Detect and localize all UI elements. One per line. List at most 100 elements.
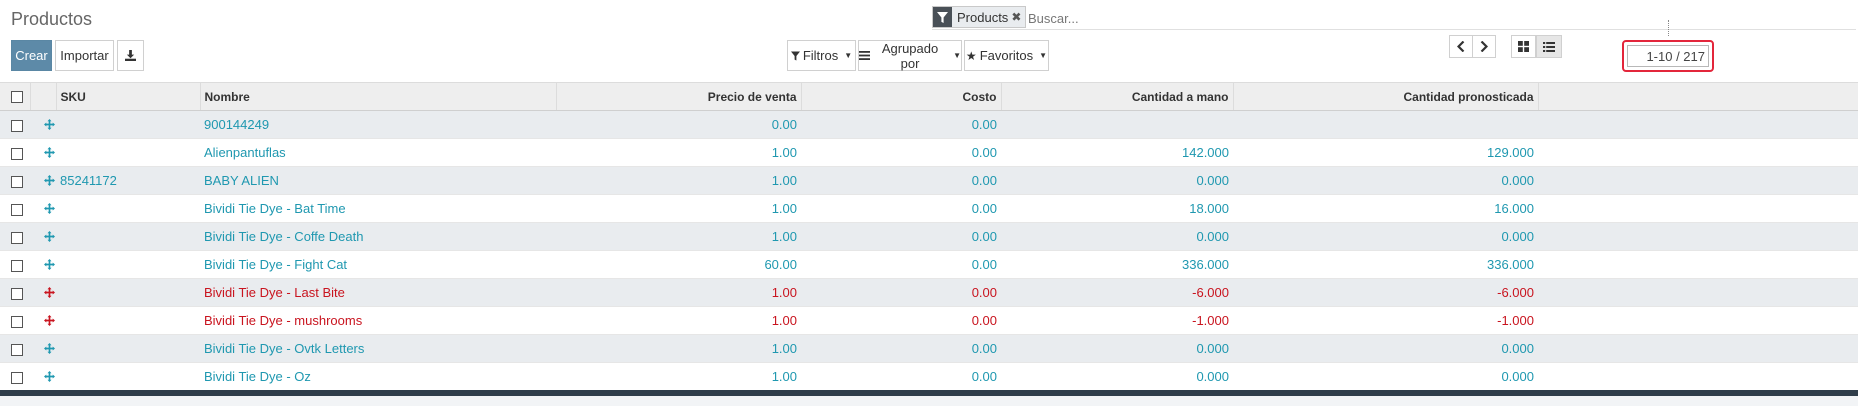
cell-cost: 0.00 — [801, 194, 1001, 223]
table-row[interactable]: Bividi Tie Dye - Oz 1.00 0.00 0.000 0.000 — [0, 362, 1858, 391]
row-handle-cell — [30, 194, 56, 223]
cell-name[interactable]: Bividi Tie Dye - Last Bite — [200, 278, 556, 307]
table-row[interactable]: Bividi Tie Dye - Last Bite 1.00 0.00 -6.000… — [0, 278, 1858, 307]
cell-sku — [56, 306, 200, 335]
cell-cost: 0.00 — [801, 278, 1001, 307]
column-header-name[interactable]: Nombre — [200, 82, 557, 111]
search-input[interactable] — [1028, 8, 1628, 28]
filters-button[interactable]: Filtros ▼ — [787, 40, 856, 71]
drag-handle-icon[interactable] — [44, 174, 55, 189]
table-row[interactable]: Bividi Tie Dye - mushrooms 1.00 0.00 -1.000… — [0, 306, 1858, 335]
group-by-button[interactable]: Agrupado por ▼ — [858, 40, 962, 71]
cell-sku — [56, 362, 200, 391]
drag-handle-icon[interactable] — [44, 230, 55, 245]
cell-sku — [56, 278, 200, 307]
select-all-cell — [0, 82, 31, 111]
cell-cost: 0.00 — [801, 138, 1001, 167]
drag-handle-icon[interactable] — [44, 314, 55, 329]
row-handle-cell — [30, 166, 56, 195]
drag-handle-icon[interactable] — [44, 118, 55, 133]
download-icon — [125, 50, 136, 61]
cell-qty-on-hand: -1.000 — [1001, 306, 1233, 335]
row-select-cell — [0, 250, 30, 279]
column-header-qty-on-hand[interactable]: Cantidad a mano — [1001, 82, 1234, 111]
column-header-sku[interactable]: SKU — [56, 82, 201, 111]
row-handle-cell — [30, 222, 56, 251]
row-select-cell — [0, 306, 30, 335]
row-checkbox[interactable] — [11, 287, 23, 300]
row-select-cell — [0, 222, 30, 251]
cell-filler — [1538, 250, 1858, 279]
row-checkbox[interactable] — [11, 343, 23, 356]
list-view-button[interactable] — [1536, 35, 1562, 58]
cell-sale-price: 1.00 — [556, 362, 801, 391]
facet-remove-icon[interactable]: ✖ — [1011, 7, 1025, 27]
cell-filler — [1538, 110, 1858, 139]
cell-name[interactable]: 900144249 — [200, 110, 556, 139]
page-title: Productos — [11, 9, 93, 29]
kanban-view-button[interactable] — [1511, 35, 1536, 58]
table-row[interactable]: Alienpantuflas 1.00 0.00 142.000 129.000 — [0, 138, 1858, 167]
cell-name[interactable]: Bividi Tie Dye - mushrooms — [200, 306, 556, 335]
row-checkbox[interactable] — [11, 231, 23, 244]
row-checkbox[interactable] — [11, 315, 23, 328]
filler-header — [1538, 82, 1858, 111]
drag-handle-icon[interactable] — [44, 146, 55, 161]
download-button[interactable] — [117, 40, 144, 71]
cell-sale-price: 1.00 — [556, 194, 801, 223]
table-row[interactable]: Bividi Tie Dye - Fight Cat 60.00 0.00 336.0… — [0, 250, 1858, 279]
handle-header — [30, 82, 57, 111]
pager-value[interactable]: 1-10 / 217 — [1627, 45, 1709, 67]
row-checkbox[interactable] — [11, 119, 23, 132]
row-handle-cell — [30, 138, 56, 167]
list-view-icon — [1543, 41, 1555, 52]
select-all-checkbox[interactable] — [11, 91, 23, 104]
row-checkbox[interactable] — [11, 259, 23, 272]
row-handle-cell — [30, 278, 56, 307]
table-row[interactable]: 900144249 0.00 0.00 — [0, 110, 1858, 139]
row-checkbox[interactable] — [11, 371, 23, 384]
pager-previous-button[interactable] — [1449, 35, 1473, 58]
table-row[interactable]: 85241172 BABY ALIEN 1.00 0.00 0.000 0.000 — [0, 166, 1858, 195]
caret-down-icon: ▼ — [844, 51, 853, 60]
drag-handle-icon[interactable] — [44, 202, 55, 217]
column-header-sale-price[interactable]: Precio de venta — [556, 82, 802, 111]
cell-qty-on-hand: 0.000 — [1001, 362, 1233, 391]
row-checkbox[interactable] — [11, 175, 23, 188]
pager-next-button[interactable] — [1472, 35, 1496, 58]
table-row[interactable]: Bividi Tie Dye - Bat Time 1.00 0.00 18.000 1… — [0, 194, 1858, 223]
cell-qty-forecast: -1.000 — [1233, 306, 1538, 335]
table-row[interactable]: Bividi Tie Dye - Ovtk Letters 1.00 0.00 0.0… — [0, 334, 1858, 363]
drag-handle-icon[interactable] — [44, 258, 55, 273]
cell-cost: 0.00 — [801, 334, 1001, 363]
cell-name[interactable]: Bividi Tie Dye - Oz — [200, 362, 556, 391]
row-checkbox[interactable] — [11, 147, 23, 160]
drag-handle-icon[interactable] — [44, 286, 55, 301]
cell-name[interactable]: Bividi Tie Dye - Coffe Death — [200, 222, 556, 251]
cell-name[interactable]: BABY ALIEN — [200, 166, 556, 195]
import-button[interactable]: Importar — [55, 40, 114, 71]
row-handle-cell — [30, 110, 56, 139]
favorites-button[interactable]: ★ Favoritos ▼ — [964, 40, 1049, 71]
cell-name[interactable]: Bividi Tie Dye - Ovtk Letters — [200, 334, 556, 363]
cell-name[interactable]: Bividi Tie Dye - Bat Time — [200, 194, 556, 223]
drag-handle-icon[interactable] — [44, 370, 55, 385]
row-checkbox[interactable] — [11, 203, 23, 216]
cell-cost: 0.00 — [801, 250, 1001, 279]
column-header-cost[interactable]: Costo — [801, 82, 1002, 111]
row-handle-cell — [30, 334, 56, 363]
cell-qty-forecast: 336.000 — [1233, 250, 1538, 279]
search-bar: Products ✖ — [932, 6, 1856, 30]
table-row[interactable]: Bividi Tie Dye - Coffe Death 1.00 0.00 0.00… — [0, 222, 1858, 251]
create-button[interactable]: Crear — [11, 40, 52, 71]
cell-qty-on-hand — [1001, 110, 1233, 139]
cell-name[interactable]: Bividi Tie Dye - Fight Cat — [200, 250, 556, 279]
cell-sku — [56, 334, 200, 363]
drag-handle-icon[interactable] — [44, 342, 55, 357]
row-handle-cell — [30, 306, 56, 335]
cell-sale-price: 1.00 — [556, 306, 801, 335]
cell-name[interactable]: Alienpantuflas — [200, 138, 556, 167]
group-by-label: Agrupado por — [881, 40, 939, 71]
column-header-qty-forecast[interactable]: Cantidad pronosticada — [1233, 82, 1539, 111]
row-handle-cell — [30, 250, 56, 279]
